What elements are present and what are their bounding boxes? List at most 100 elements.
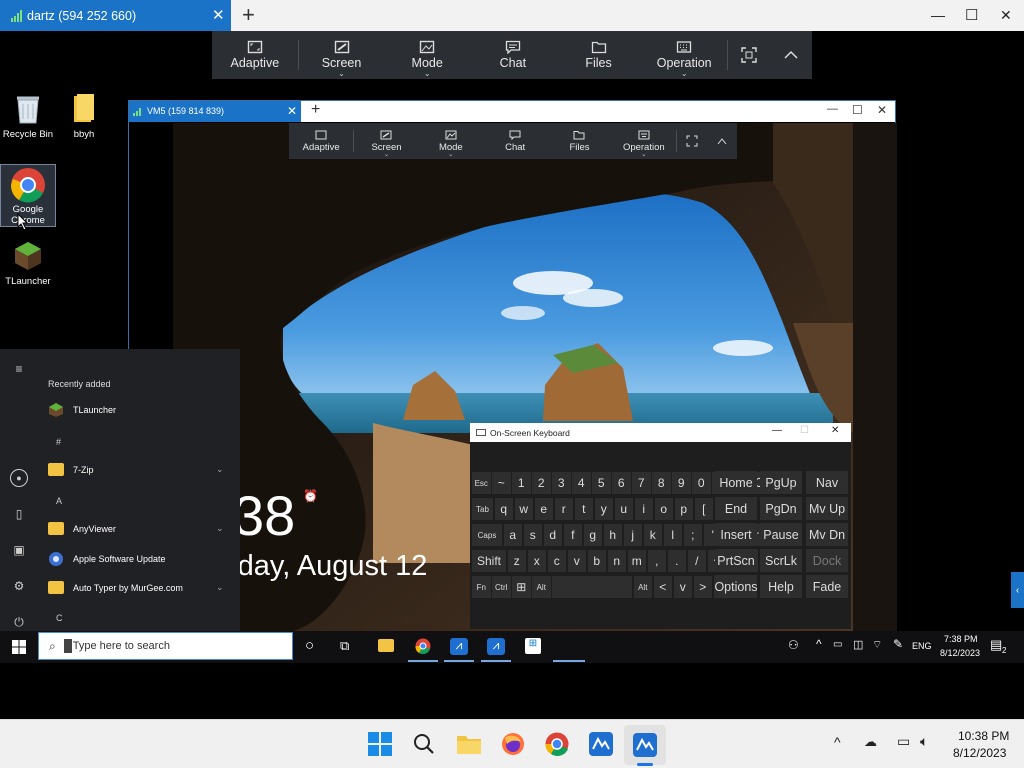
user-account-icon[interactable]: ● [10, 469, 28, 487]
osk-nav-key[interactable]: PrtScn [715, 549, 757, 572]
osk-key[interactable]: 4 [572, 472, 591, 494]
pen-icon[interactable]: ✎ [893, 637, 903, 651]
hamburger-menu-icon[interactable]: ≡ [10, 360, 28, 378]
tray-chevron-up-icon[interactable]: ^ [816, 637, 822, 651]
remote-clock-time[interactable]: 7:38 PM [944, 634, 978, 644]
osk-nav-key[interactable]: Help [760, 575, 802, 598]
taskbar-store-icon[interactable]: ⊞ [525, 638, 541, 654]
osk-nav-key[interactable]: Home [715, 471, 757, 494]
osk-key[interactable]: > [693, 576, 712, 598]
local-search-button[interactable] [410, 730, 438, 758]
local-clock-time[interactable]: 10:38 PM [958, 729, 1009, 743]
documents-icon[interactable]: ▯ [10, 505, 28, 523]
vm-toolbar-operation[interactable]: Operation ⌄ [612, 123, 676, 159]
people-icon[interactable]: ⚇ [788, 638, 799, 652]
osk-close-button[interactable]: ✕ [831, 425, 839, 436]
outer-close-button[interactable]: ✕ [1000, 7, 1012, 24]
start-letter-header[interactable]: C [56, 613, 63, 623]
osk-key[interactable]: j [623, 524, 642, 546]
osk-key[interactable]: x [527, 550, 546, 572]
vm-toolbar-fullscreen[interactable] [677, 123, 707, 159]
osk-key[interactable]: < [653, 576, 672, 598]
toolbar-fullscreen[interactable] [728, 31, 770, 79]
osk-key[interactable]: , [647, 550, 666, 572]
local-firefox-button[interactable] [499, 730, 527, 758]
toolbar-mode[interactable]: Mode ⌄ [384, 31, 470, 79]
osk-key[interactable]: f [563, 524, 582, 546]
power-icon[interactable]: ⏻ [10, 613, 28, 631]
start-item-7zip[interactable]: 7-Zip ⌄ [48, 463, 228, 476]
battery-icon[interactable]: ▭ [833, 639, 842, 650]
local-anyviewer-active-button[interactable] [624, 725, 666, 765]
osk-key[interactable]: e [534, 498, 553, 520]
osk-nav-key[interactable]: Nav [806, 471, 848, 494]
osk-key[interactable]: ⊞ [512, 576, 531, 598]
osk-nav-key[interactable]: Mv Dn [806, 523, 848, 546]
language-indicator[interactable]: ENG [912, 641, 932, 651]
osk-nav-key[interactable]: PgUp [760, 471, 802, 494]
vm-toolbar-chat[interactable]: Chat [483, 123, 547, 159]
local-explorer-button[interactable] [455, 730, 483, 758]
side-panel-handle[interactable]: ‹ [1011, 572, 1024, 608]
local-anyviewer-button[interactable] [587, 730, 615, 758]
osk-key[interactable]: g [583, 524, 602, 546]
osk-key[interactable]: Alt [633, 576, 652, 598]
vm-new-tab-button[interactable]: + [311, 101, 320, 119]
osk-key[interactable]: Fn [472, 576, 491, 598]
osk-key[interactable]: [ [694, 498, 713, 520]
osk-key[interactable]: / [687, 550, 706, 572]
osk-key[interactable]: 6 [612, 472, 631, 494]
osk-key[interactable]: p [674, 498, 693, 520]
osk-key[interactable]: 8 [652, 472, 671, 494]
osk-key[interactable]: i [634, 498, 653, 520]
osk-key[interactable]: m [627, 550, 646, 572]
start-item-anyviewer[interactable]: AnyViewer ⌄ [48, 522, 228, 535]
osk-key[interactable]: w [514, 498, 533, 520]
osk-key[interactable]: Alt [532, 576, 551, 598]
osk-key[interactable]: h [603, 524, 622, 546]
osk-key[interactable]: o [654, 498, 673, 520]
osk-key[interactable]: ; [683, 524, 702, 546]
osk-key[interactable]: q [494, 498, 513, 520]
vm-maximize-button[interactable]: ☐ [852, 103, 863, 117]
osk-key[interactable]: u [614, 498, 633, 520]
osk-key[interactable]: c [547, 550, 566, 572]
vm-close-button[interactable]: ✕ [877, 103, 887, 117]
outer-maximize-button[interactable]: ☐ [965, 6, 978, 24]
osk-key[interactable]: . [667, 550, 686, 572]
osk-key[interactable]: d [543, 524, 562, 546]
osk-key[interactable]: 1 [512, 472, 531, 494]
osk-nav-key[interactable]: Dock [806, 549, 848, 572]
remote-clock-date[interactable]: 8/12/2023 [940, 648, 980, 658]
local-start-button[interactable] [366, 730, 394, 758]
osk-nav-key[interactable]: Pause [760, 523, 802, 546]
osk-key[interactable]: r [554, 498, 573, 520]
osk-key[interactable]: 7 [632, 472, 651, 494]
osk-nav-key[interactable]: Options [714, 575, 758, 598]
osk-key[interactable]: Esc [472, 472, 491, 494]
taskbar-explorer-icon[interactable] [378, 639, 394, 652]
osk-maximize-button[interactable]: ☐ [800, 425, 809, 436]
local-clock-date[interactable]: 8/12/2023 [953, 746, 1006, 760]
osk-key[interactable] [552, 576, 632, 598]
toolbar-files[interactable]: Files [556, 31, 642, 79]
toolbar-screen[interactable]: Screen ⌄ [299, 31, 385, 79]
taskbar-anyviewer2-icon[interactable]: ⩘ [487, 638, 505, 655]
osk-key[interactable]: Ctrl [492, 576, 511, 598]
taskbar-search-box[interactable]: ⌕ Type here to search [38, 632, 293, 660]
vm-toolbar-collapse[interactable] [707, 123, 737, 159]
local-volume-icon[interactable]: 🔈︎ [920, 733, 928, 750]
vm-minimize-button[interactable]: — [827, 103, 838, 115]
windows-start-icon[interactable] [12, 640, 26, 654]
osk-key[interactable]: t [574, 498, 593, 520]
osk-key[interactable]: a [503, 524, 522, 546]
outer-new-tab-button[interactable]: + [242, 2, 255, 28]
vm-toolbar-files[interactable]: Files [547, 123, 611, 159]
task-view-icon[interactable]: ⧉ [340, 638, 349, 654]
vm-tab-close-icon[interactable]: ✕ [287, 104, 297, 118]
outer-minimize-button[interactable]: — [931, 7, 945, 23]
osk-nav-key[interactable]: ScrLk [760, 549, 802, 572]
vm-toolbar-screen[interactable]: Screen ⌄ [354, 123, 418, 159]
cortana-icon[interactable]: ○ [305, 637, 314, 654]
vm-toolbar-adaptive[interactable]: Adaptive [289, 123, 353, 159]
